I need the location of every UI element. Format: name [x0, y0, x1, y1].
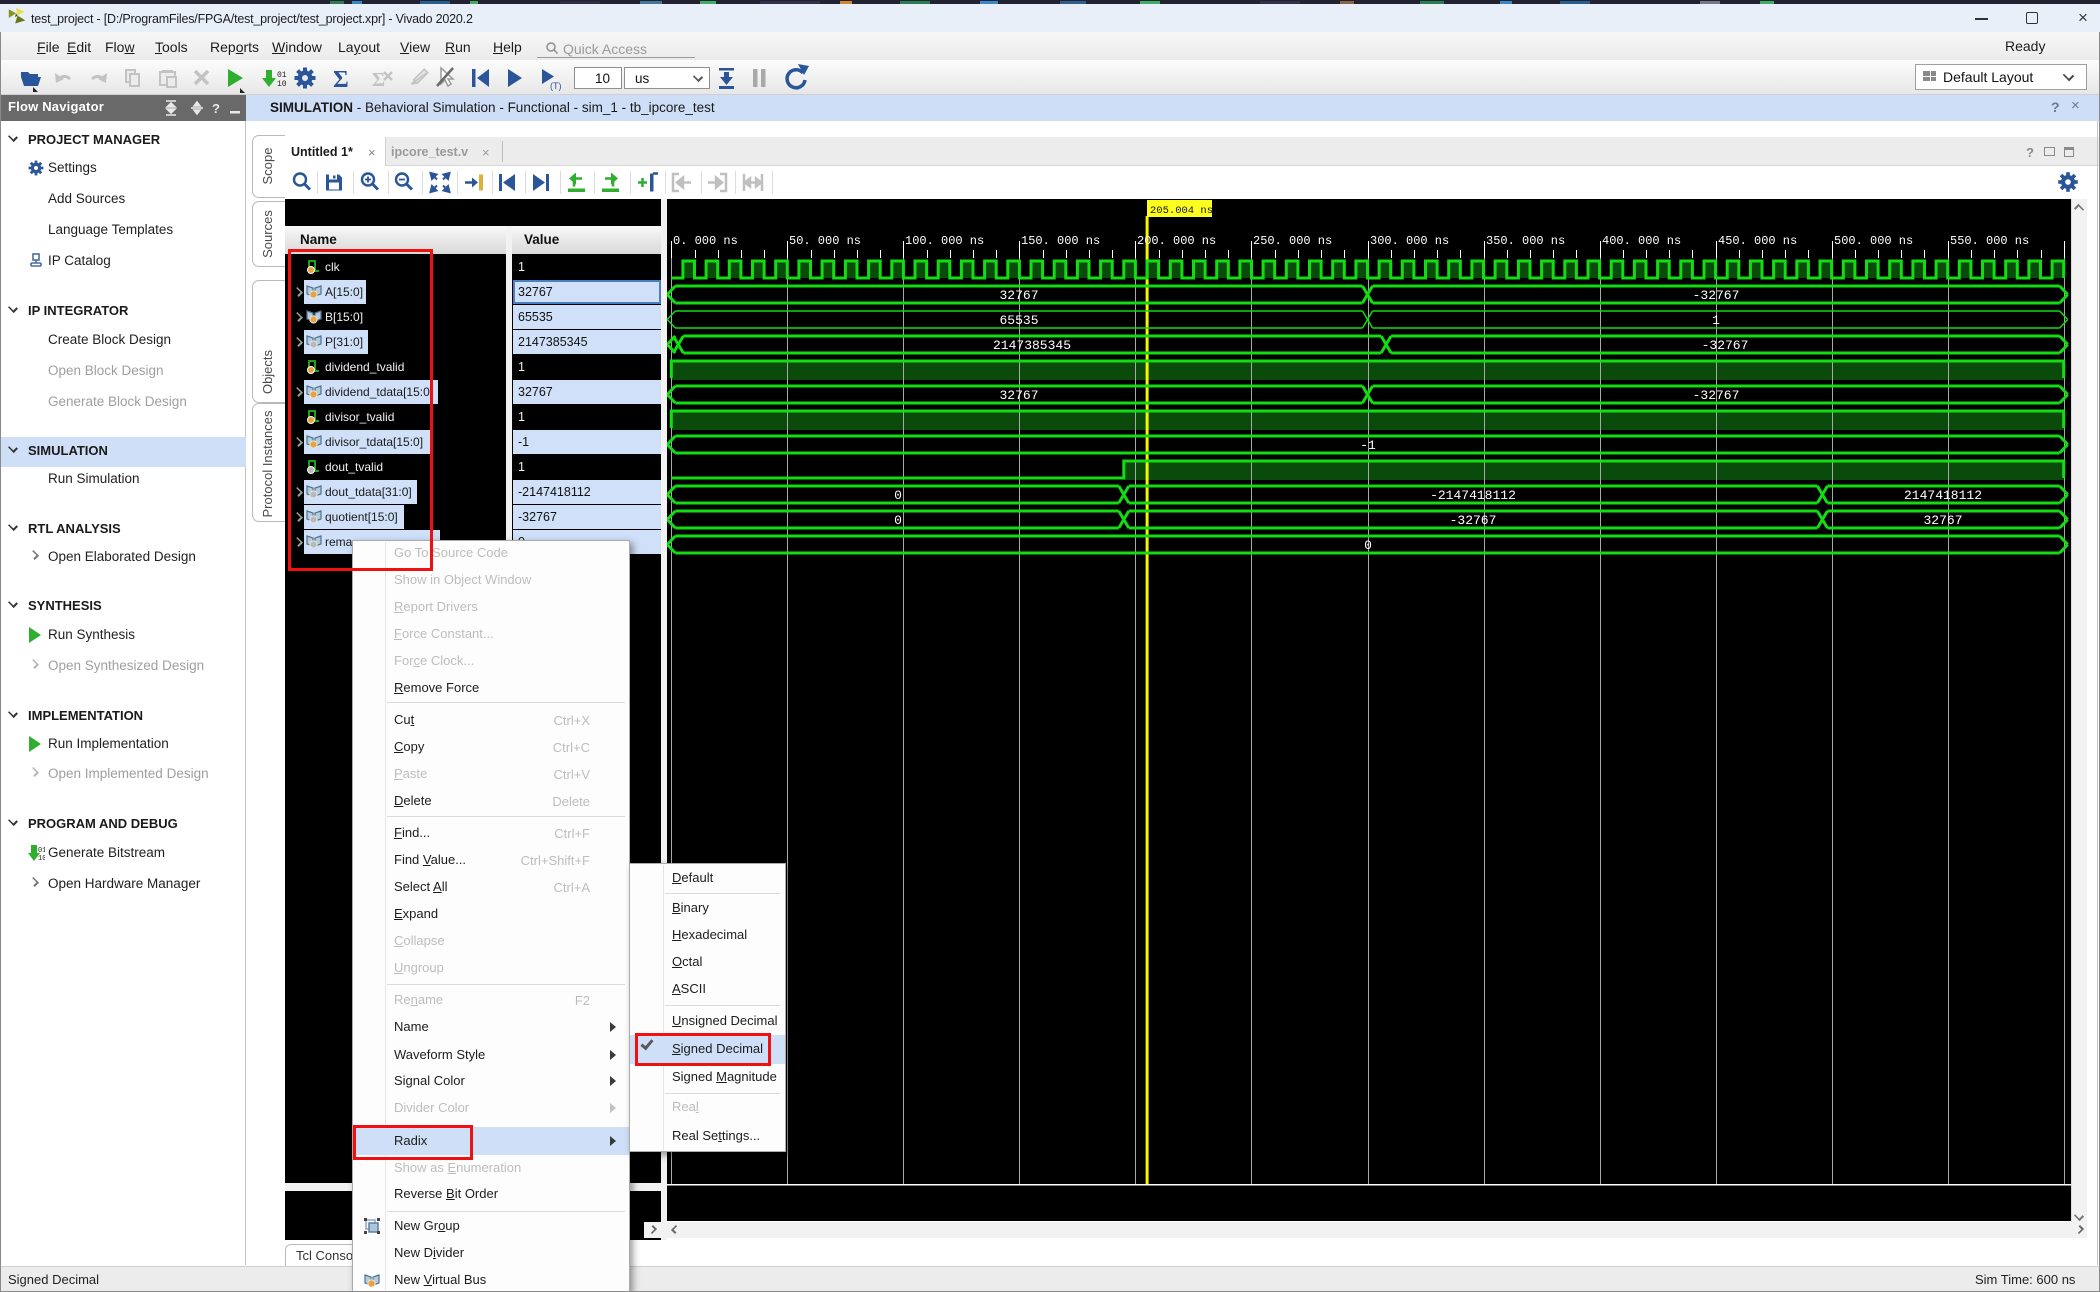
svg-text:01: 01 [38, 847, 45, 855]
svg-text:450. 000 ns: 450. 000 ns [1718, 234, 1797, 248]
svg-text:550. 000 ns: 550. 000 ns [1950, 234, 2029, 248]
svg-text:Σ: Σ [333, 67, 349, 93]
svg-text:32767: 32767 [999, 388, 1038, 403]
svg-text:0. 000 ns: 0. 000 ns [673, 234, 738, 248]
svg-text:10: 10 [277, 80, 287, 89]
svg-text:0: 0 [894, 488, 902, 503]
svg-text:250. 000 ns: 250. 000 ns [1253, 234, 1332, 248]
svg-text:300. 000 ns: 300. 000 ns [1370, 234, 1449, 248]
svg-text:Σ: Σ [372, 69, 385, 91]
svg-text:200. 000 ns: 200. 000 ns [1137, 234, 1216, 248]
svg-text:-1: -1 [1360, 438, 1376, 453]
svg-text:0: 0 [894, 513, 902, 528]
svg-text:100. 000 ns: 100. 000 ns [905, 234, 984, 248]
svg-text:500. 000 ns: 500. 000 ns [1834, 234, 1913, 248]
svg-text:2147418112: 2147418112 [1904, 488, 1982, 503]
svg-text:-32767: -32767 [1450, 513, 1497, 528]
svg-text:400. 000 ns: 400. 000 ns [1602, 234, 1681, 248]
svg-text:150. 000 ns: 150. 000 ns [1021, 234, 1100, 248]
svg-text:01: 01 [277, 71, 287, 80]
svg-text:350. 000 ns: 350. 000 ns [1486, 234, 1565, 248]
svg-text:-2147418112: -2147418112 [1430, 488, 1516, 503]
svg-text:205.004 ns: 205.004 ns [1150, 205, 1213, 217]
svg-text:32767: 32767 [999, 288, 1038, 303]
svg-text:65535: 65535 [999, 313, 1038, 328]
svg-text:0: 0 [1364, 538, 1372, 553]
svg-text:-32767: -32767 [1693, 388, 1740, 403]
svg-text:?: ? [212, 101, 220, 116]
svg-text:(T): (T) [550, 81, 562, 91]
svg-text:2147385345: 2147385345 [993, 338, 1071, 353]
svg-text:32767: 32767 [1923, 513, 1962, 528]
svg-text:1: 1 [1712, 313, 1720, 328]
svg-text:10: 10 [38, 855, 45, 862]
svg-text:-32767: -32767 [1693, 288, 1740, 303]
svg-text:50. 000 ns: 50. 000 ns [789, 234, 861, 248]
svg-text:-32767: -32767 [1702, 338, 1749, 353]
